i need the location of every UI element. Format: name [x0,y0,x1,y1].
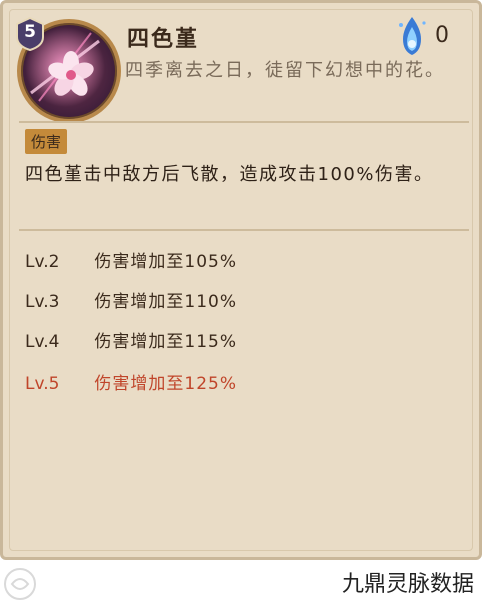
level-up-row: Lv.2 伤害增加至105% [25,247,237,273]
skill-flavor-text: 四季离去之日，徒留下幻想中的花。 [125,60,445,81]
divider [19,229,469,231]
blue-spirit-fire-icon [399,17,426,55]
watermark-text: 九鼎灵脉数据 [341,572,474,597]
seal-logo-icon [0,562,40,600]
level-effect: 伤害增加至110% [94,292,238,312]
skill-type-tag: 伤害 [25,129,68,154]
level-up-row: Lv.3 伤害增加至110% [25,287,237,313]
skill-name: 四色堇 [127,27,200,52]
level-label: Lv.2 [25,252,60,272]
level-label: Lv.3 [25,292,60,312]
skill-cost: 0 [395,15,465,59]
level-effect: 伤害增加至125% [94,374,238,394]
level-up-row-current: Lv.5 伤害增加至125% [25,369,237,395]
divider [19,121,469,123]
level-badge-number: 5 [24,22,36,42]
level-effect: 伤害增加至115% [94,332,238,352]
level-label: Lv.5 [25,374,60,394]
skill-level-badge: 5 [15,16,45,52]
level-up-row: Lv.4 伤害增加至115% [25,327,237,353]
skill-detail-panel: 5 四色堇 0 四季离去之日，徒留下幻想中的花。 伤害 四色堇击中敌方后飞散，造… [0,0,482,560]
level-label: Lv.4 [25,332,60,352]
level-effect: 伤害增加至105% [94,252,238,272]
cost-value: 0 [435,23,449,48]
skill-effect-text: 四色堇击中敌方后飞散，造成攻击100%伤害。 [25,164,434,185]
